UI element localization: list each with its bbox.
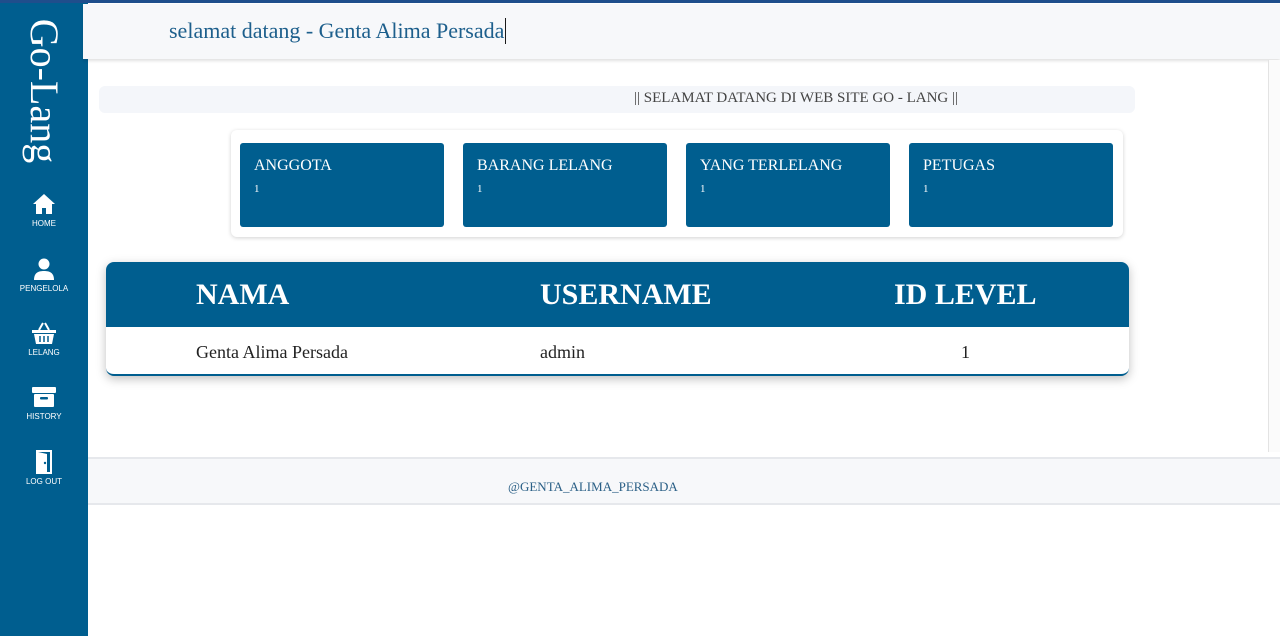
sidebar-item-label: LELANG	[28, 348, 60, 357]
stat-card-title: PETUGAS	[923, 157, 996, 174]
sidebar-item-home[interactable]: HOME	[0, 191, 88, 247]
sidebar: Go-Lang HOME PENGELOLA LELANG HISTORY LO…	[0, 3, 88, 636]
stat-card-petugas[interactable]: PETUGAS 1	[909, 143, 1113, 227]
footer-credit: @GENTA_ALIMA_PERSADA	[508, 479, 678, 494]
column-header-id-level: ID LEVEL	[894, 278, 1037, 311]
stat-card-title: BARANG LELANG	[477, 157, 613, 174]
column-header-nama: NAMA	[196, 278, 290, 311]
basket-icon	[32, 322, 56, 344]
brand-name: Go-Lang	[22, 18, 67, 164]
sidebar-item-label: LOG OUT	[25, 477, 62, 486]
column-header-username: USERNAME	[540, 278, 712, 311]
home-icon	[33, 194, 55, 214]
welcome-text: || SELAMAT DATANG DI WEB SITE GO - LANG …	[634, 90, 958, 106]
top-header: selamat datang - Genta Alima Persada	[83, 4, 1280, 59]
top-accent-line	[0, 0, 1280, 3]
scrollbar[interactable]	[1268, 60, 1280, 452]
header-title: selamat datang - Genta Alima Persada	[169, 18, 507, 44]
door-exit-icon	[36, 450, 52, 474]
cell-id-level: 1	[961, 342, 970, 362]
sidebar-item-label: HOME	[32, 219, 56, 228]
footer: @GENTA_ALIMA_PERSADA	[88, 457, 1280, 505]
sidebar-item-label: HISTORY	[26, 412, 62, 421]
sidebar-item-lelang[interactable]: LELANG	[0, 320, 88, 376]
user-icon	[34, 258, 54, 280]
stat-card-title: YANG TERLELANG	[700, 157, 843, 174]
cell-nama: Genta Alima Persada	[196, 342, 348, 362]
brand-logo[interactable]: Go-Lang	[16, 15, 72, 167]
user-table: NAMA USERNAME ID LEVEL Genta Alima Persa…	[106, 262, 1129, 376]
sidebar-item-history[interactable]: HISTORY	[0, 384, 88, 440]
stat-card-value: 1	[254, 183, 260, 195]
welcome-banner: || SELAMAT DATANG DI WEB SITE GO - LANG …	[99, 86, 1135, 113]
stat-card-value: 1	[477, 183, 483, 195]
stat-card-value: 1	[923, 183, 929, 195]
stat-card-anggota[interactable]: ANGGOTA 1	[240, 143, 444, 227]
sidebar-item-label: PENGELOLA	[19, 284, 69, 293]
sidebar-item-pengelola[interactable]: PENGELOLA	[0, 256, 88, 312]
stat-card-yang-terlelang[interactable]: YANG TERLELANG 1	[686, 143, 890, 227]
stat-card-value: 1	[700, 183, 706, 195]
archive-icon	[32, 387, 56, 407]
sidebar-item-logout[interactable]: LOG OUT	[0, 449, 88, 505]
cell-username: admin	[540, 342, 585, 362]
stat-card-barang-lelang[interactable]: BARANG LELANG 1	[463, 143, 667, 227]
stat-card-title: ANGGOTA	[254, 157, 332, 174]
table-header: NAMA USERNAME ID LEVEL	[106, 262, 1129, 327]
stat-cards: ANGGOTA 1 BARANG LELANG 1 YANG TERLELANG…	[231, 130, 1123, 237]
